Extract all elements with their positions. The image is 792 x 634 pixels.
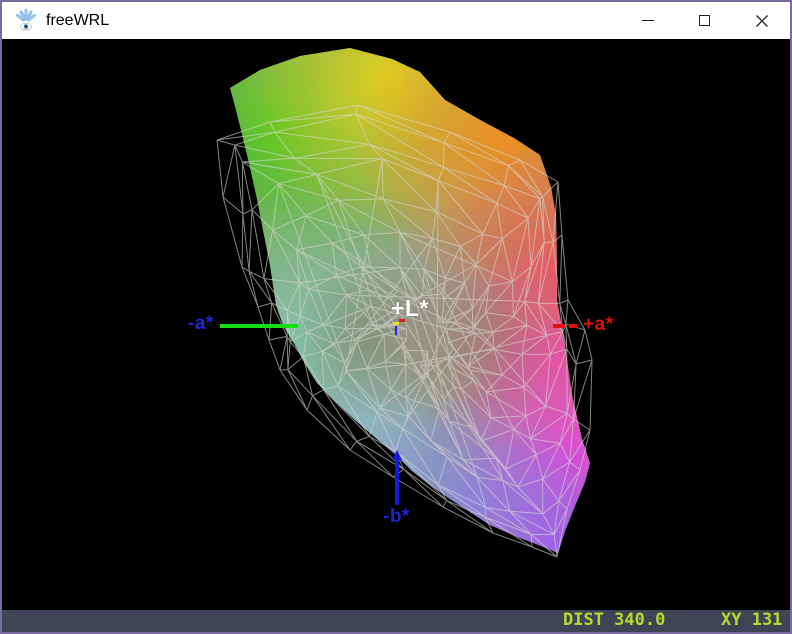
axis-label-pos-l: +L*: [391, 295, 429, 321]
statusbar: DIST 340.0 XY 131: [2, 610, 790, 632]
close-icon: [755, 14, 768, 27]
close-button[interactable]: [733, 2, 790, 39]
titlebar[interactable]: freeWRL: [2, 2, 790, 39]
dist-readout: DIST 340.0: [563, 610, 666, 630]
window-title: freeWRL: [46, 11, 110, 29]
minimize-button[interactable]: [619, 2, 676, 39]
maximize-button[interactable]: [676, 2, 733, 39]
minimize-icon: [641, 20, 654, 21]
axis-label-neg-b: -b*: [383, 506, 410, 527]
axis-label-neg-a: -a*: [188, 313, 214, 334]
xy-readout: XY 131: [721, 610, 783, 630]
maximize-icon: [699, 15, 710, 26]
freewrl-window: freeWRL -a* +a* +L* -b* DIST 340.0 XY 13…: [0, 0, 792, 634]
freewrl-logo-icon: [16, 8, 36, 31]
axis-label-pos-a: +a*: [583, 314, 614, 335]
viewport-3d[interactable]: -a* +a* +L* -b*: [2, 39, 790, 610]
